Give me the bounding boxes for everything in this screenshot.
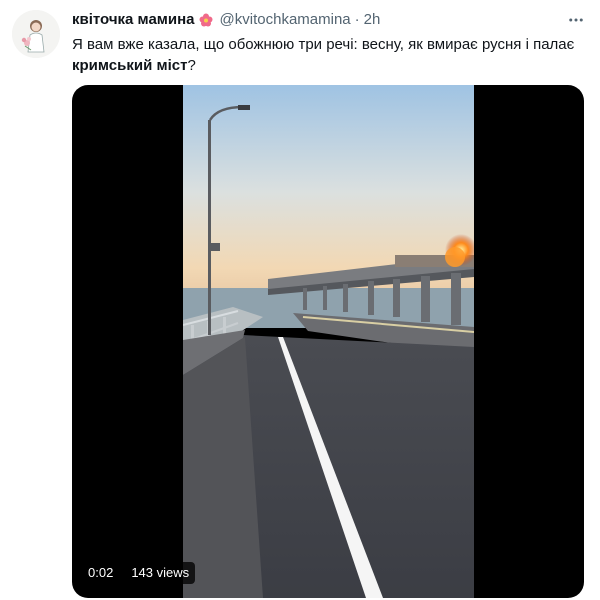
display-name[interactable]: квіточка мамина <box>72 10 195 30</box>
more-horizontal-icon <box>569 18 583 22</box>
tweet[interactable]: квіточка мамина @kvitochkamamina · 2h Я … <box>0 0 600 600</box>
separator-dot: · <box>354 11 360 28</box>
video-player[interactable]: 0:02 143 views <box>72 85 584 598</box>
video-meta: 0:02 143 views <box>82 562 196 584</box>
avatar-illustration <box>12 10 60 58</box>
video-duration: 0:02 <box>82 562 120 584</box>
tweet-text: Я вам вже казала, що обожнюю три речі: в… <box>72 34 587 76</box>
video-frame <box>183 85 474 598</box>
avatar[interactable] <box>12 10 60 58</box>
timestamp[interactable]: 2h <box>364 10 381 30</box>
more-options-button[interactable] <box>564 10 588 30</box>
video-views: 143 views <box>125 562 196 584</box>
user-handle[interactable]: @kvitochkamamina <box>220 10 351 30</box>
flower-emoji-icon <box>198 12 214 28</box>
tweet-text-part2: ? <box>187 57 196 74</box>
tweet-text-part1: Я вам вже казала, що обожнюю три речі: в… <box>72 36 575 53</box>
tweet-header: квіточка мамина @kvitochkamamina · 2h <box>72 10 588 30</box>
tweet-text-bold: кримський міст <box>72 57 188 74</box>
